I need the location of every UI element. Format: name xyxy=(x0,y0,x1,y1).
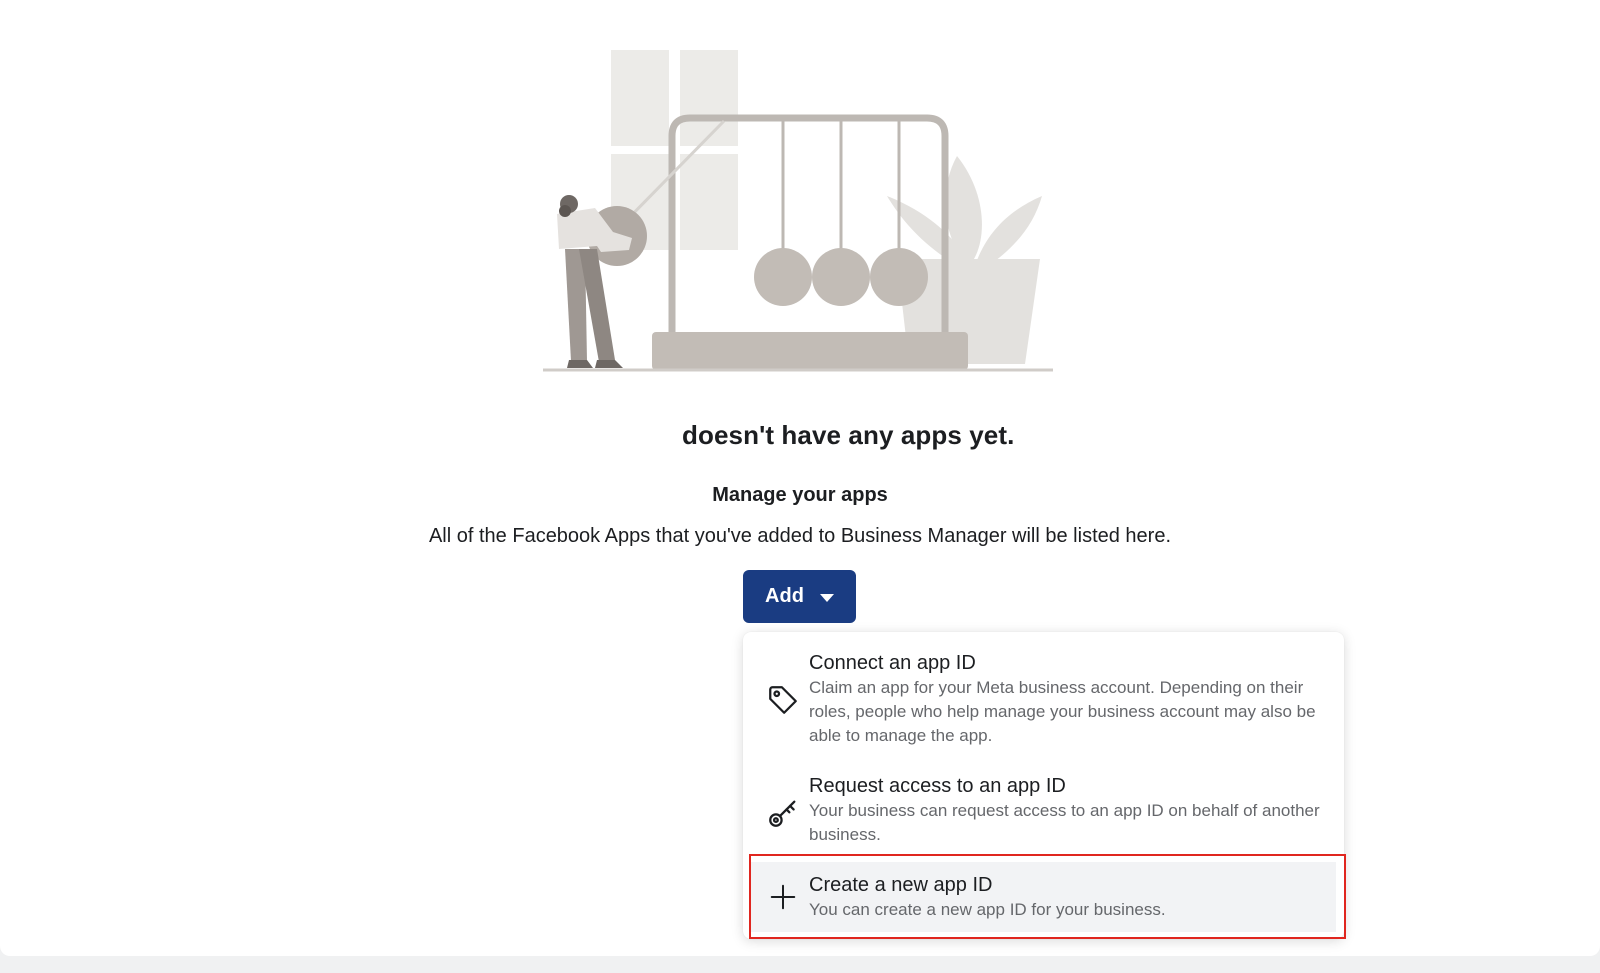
menu-item-title: Connect an app ID xyxy=(809,652,976,674)
add-button-label: Add xyxy=(765,585,804,607)
apps-empty-state-panel: doesn't have any apps yet. Manage your a… xyxy=(0,0,1600,956)
newtons-cradle-illustration xyxy=(543,50,1053,372)
add-dropdown-menu: Connect an app ID Claim an app for your … xyxy=(743,632,1344,939)
empty-state-subtitle: Manage your apps xyxy=(712,484,888,506)
menu-item-create-app-id[interactable]: Create a new app ID You can create a new… xyxy=(751,862,1336,932)
menu-item-description: Your business can request access to an a… xyxy=(809,801,1320,844)
empty-state-headline: doesn't have any apps yet. xyxy=(682,420,1015,450)
plus-icon xyxy=(765,879,801,915)
menu-item-title: Create a new app ID xyxy=(809,874,993,896)
menu-item-connect-app-id[interactable]: Connect an app ID Claim an app for your … xyxy=(743,632,1344,752)
empty-state-description: All of the Facebook Apps that you've add… xyxy=(428,525,1172,547)
add-button[interactable]: Add xyxy=(743,570,856,623)
menu-item-title: Request access to an app ID xyxy=(809,775,1066,797)
key-icon xyxy=(765,795,801,831)
menu-item-request-access[interactable]: Request access to an app ID Your busines… xyxy=(743,752,1344,852)
menu-item-description: Claim an app for your Meta business acco… xyxy=(809,678,1316,745)
tag-icon xyxy=(765,682,801,718)
caret-down-icon xyxy=(819,593,834,602)
menu-item-description: You can create a new app ID for your bus… xyxy=(809,900,1166,919)
